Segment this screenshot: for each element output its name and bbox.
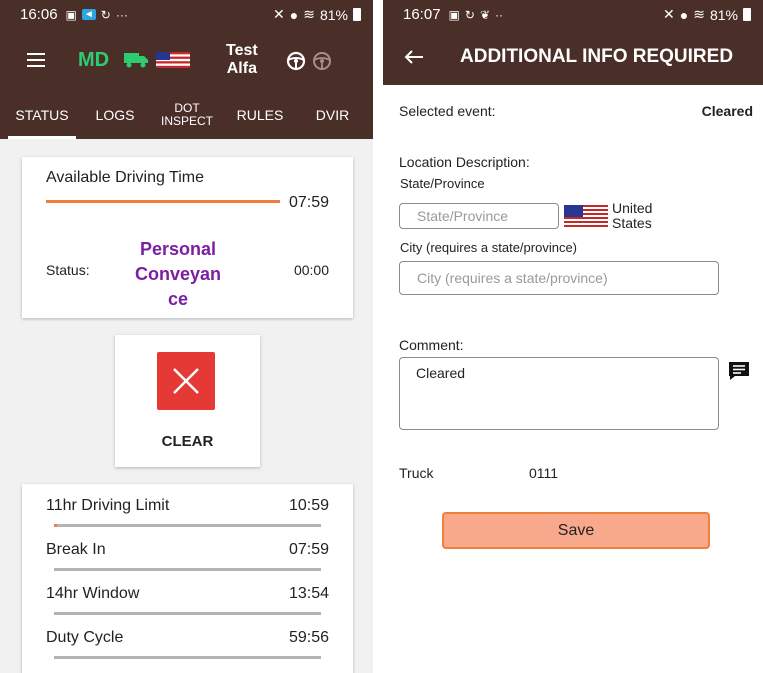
us-flag-icon[interactable] [564, 205, 608, 229]
status-bar: 16:07 ▣ ↻ ❦ ·· ✕ ● ≋ 81% [383, 0, 763, 29]
battery-icon [743, 8, 751, 21]
clear-red-box [157, 352, 215, 410]
card-title: Available Driving Time [46, 169, 204, 186]
available-driving-card: Available Driving Time 07:59 Status: Per… [22, 157, 353, 318]
wifi-icon: ≋ [303, 6, 315, 22]
driving-progress-fill [46, 200, 280, 203]
limit-bar-break [54, 568, 321, 571]
tab-status[interactable]: STATUS [0, 91, 84, 139]
wifi-icon: ≋ [693, 6, 705, 22]
limit-row-driving: 11hr Driving Limit 10:59 [46, 497, 329, 514]
driving-progress-bar [46, 200, 280, 203]
mute-icon: ✕ [663, 6, 675, 22]
state-label: State/Province [400, 176, 485, 191]
clock: 16:07 [403, 6, 441, 23]
truck-value: 0111 [529, 465, 559, 481]
gallery-icon: ▣ [65, 7, 77, 22]
co-driver-wheel-icon[interactable] [312, 51, 332, 71]
save-button[interactable]: Save [442, 512, 710, 549]
app-bar: MD Test Alfa [0, 29, 373, 91]
limit-row-break: Break In 07:59 [46, 541, 329, 558]
battery-percent: 81% [319, 6, 348, 23]
state-input[interactable]: State/Province [399, 203, 559, 229]
tab-bar: STATUS LOGS DOT INSPECT RULES DVIR [0, 91, 373, 139]
tab-rules[interactable]: RULES [228, 91, 292, 139]
country-label: United States [612, 200, 653, 231]
limit-fill-driving [54, 524, 57, 527]
driving-time: 07:59 [288, 194, 329, 211]
battery-percent: 81% [709, 6, 738, 23]
selected-event-label: Selected event: [399, 103, 496, 119]
location-icon: ● [679, 6, 689, 23]
back-arrow-icon[interactable] [404, 49, 424, 65]
brand-logo: MD [78, 49, 110, 71]
location-label: Location Description: [399, 154, 530, 170]
limit-row-window: 14hr Window 13:54 [46, 585, 329, 602]
location-icon: ● [289, 6, 299, 23]
clear-label: CLEAR [161, 433, 214, 450]
hos-limits-card: 11hr Driving Limit 10:59 Break In 07:59 … [22, 484, 353, 673]
gallery-icon: ▣ [448, 7, 460, 22]
mute-icon: ✕ [273, 6, 285, 22]
driver-name: Test Alfa [226, 42, 258, 77]
telegram-icon: ◄ [81, 9, 96, 20]
status-bar: 16:06 ▣ ◄ ↻ ··· ✕ ● ≋ 81% [0, 0, 373, 29]
truck-label: Truck [399, 465, 434, 481]
tab-logs[interactable]: LOGS [84, 91, 146, 139]
comment-textarea[interactable]: Cleared [399, 357, 719, 430]
app-bar: ADDITIONAL INFO REQUIRED [383, 29, 763, 85]
tab-dvir[interactable]: DVIR [292, 91, 373, 139]
limit-bar-driving [54, 524, 321, 527]
limit-bar-window [54, 612, 321, 615]
current-status: Personal Conveyan ce [134, 239, 222, 309]
limit-bar-cycle [54, 656, 321, 659]
menu-icon[interactable] [27, 53, 45, 67]
more-notifications: ··· [115, 7, 128, 22]
battery-icon [353, 8, 361, 21]
clear-button[interactable]: CLEAR [115, 335, 260, 467]
more-notifications: ·· [495, 7, 504, 22]
selected-event-value: Cleared [701, 103, 753, 119]
sync-icon: ↻ [100, 7, 111, 22]
steering-wheel-icon[interactable] [286, 51, 306, 71]
main-status-screen: 16:06 ▣ ◄ ↻ ··· ✕ ● ≋ 81% MD Test Alfa S… [0, 0, 373, 673]
us-flag-icon [156, 52, 190, 68]
page-title: ADDITIONAL INFO REQUIRED [460, 46, 734, 67]
city-input[interactable]: City (requires a state/province) [399, 261, 719, 295]
bird-icon: ❦ [479, 7, 491, 22]
status-time: 00:00 [293, 262, 329, 278]
comment-bubble-icon[interactable] [727, 360, 751, 382]
limit-row-cycle: Duty Cycle 59:56 [46, 629, 329, 646]
comment-label: Comment: [399, 337, 464, 353]
close-icon [173, 368, 199, 394]
clock: 16:06 [20, 6, 58, 23]
additional-info-screen: 16:07 ▣ ↻ ❦ ·· ✕ ● ≋ 81% ADDITIONAL INFO… [383, 0, 763, 673]
city-label: City (requires a state/province) [400, 240, 578, 255]
tab-dot-inspect[interactable]: DOT INSPECT [146, 91, 228, 139]
sync-icon: ↻ [464, 7, 475, 22]
status-label: Status: [46, 262, 90, 278]
truck-icon [124, 53, 148, 68]
